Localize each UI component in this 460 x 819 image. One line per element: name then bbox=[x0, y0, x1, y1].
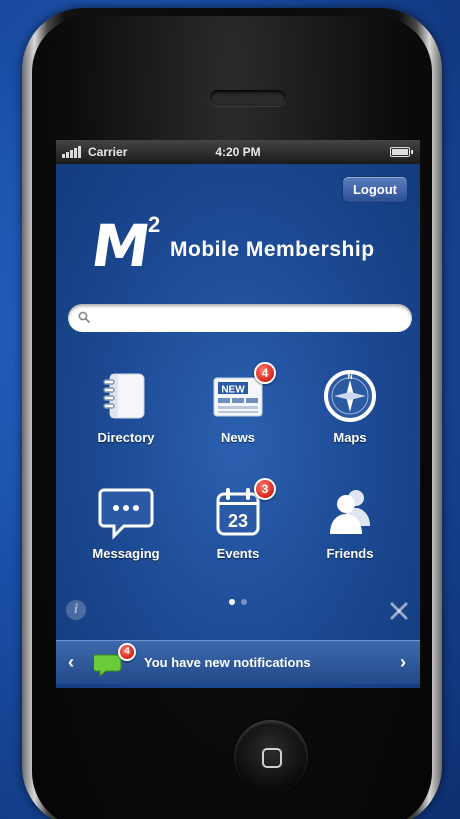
app-screen: Carrier 4:20 PM Logout M 2 Mobile Member… bbox=[56, 140, 420, 688]
directory-tile[interactable]: Directory bbox=[76, 366, 176, 466]
news-tile[interactable]: NEW 4 News bbox=[188, 362, 288, 466]
logout-button[interactable]: Logout bbox=[341, 176, 408, 203]
calendar-date: 23 bbox=[228, 511, 248, 531]
logo-mark: M bbox=[87, 212, 151, 280]
search-icon bbox=[78, 311, 90, 323]
events-tile[interactable]: 23 3 Events bbox=[188, 478, 288, 582]
notebook-icon bbox=[103, 373, 145, 419]
news-label: News bbox=[221, 430, 255, 445]
messaging-tile[interactable]: Messaging bbox=[76, 482, 176, 582]
home-square-icon bbox=[262, 748, 282, 768]
home-button[interactable] bbox=[234, 720, 308, 794]
news-badge: 4 bbox=[254, 362, 276, 384]
tools-icon[interactable] bbox=[388, 600, 410, 622]
messaging-label: Messaging bbox=[92, 546, 160, 561]
news-icon-text: NEW bbox=[221, 385, 245, 396]
status-bar: Carrier 4:20 PM bbox=[56, 140, 420, 164]
people-icon bbox=[330, 490, 370, 534]
search-bar[interactable] bbox=[68, 304, 412, 332]
battery-icon bbox=[390, 147, 413, 157]
search-input[interactable] bbox=[94, 308, 404, 328]
speech-bubble-icon bbox=[98, 488, 154, 540]
directory-label: Directory bbox=[97, 430, 155, 445]
maps-tile[interactable]: N Maps bbox=[300, 366, 400, 466]
friends-tile[interactable]: Friends bbox=[300, 482, 400, 582]
events-badge: 3 bbox=[254, 478, 276, 500]
page-dot bbox=[241, 599, 247, 605]
app-logo: M 2 Mobile Membership bbox=[86, 210, 396, 280]
notification-bar[interactable]: ‹ 4 You have new notifications › bbox=[56, 640, 420, 684]
status-time: 4:20 PM bbox=[215, 145, 261, 159]
page-indicator[interactable] bbox=[56, 592, 420, 610]
compass-icon: N bbox=[324, 370, 376, 422]
next-arrow-icon[interactable]: › bbox=[400, 652, 406, 673]
earpiece-speaker bbox=[210, 90, 286, 106]
notification-message: You have new notifications bbox=[144, 655, 311, 670]
info-icon[interactable]: i bbox=[66, 600, 86, 620]
previous-arrow-icon[interactable]: ‹ bbox=[68, 652, 74, 673]
friends-label: Friends bbox=[326, 546, 374, 561]
page-dot-active bbox=[229, 599, 235, 605]
logo-superscript: 2 bbox=[148, 212, 161, 237]
notification-badge: 4 bbox=[118, 643, 136, 661]
maps-label: Maps bbox=[333, 430, 367, 445]
svg-text:N: N bbox=[347, 374, 352, 381]
app-title: Mobile Membership bbox=[170, 238, 375, 261]
events-label: Events bbox=[216, 546, 260, 561]
